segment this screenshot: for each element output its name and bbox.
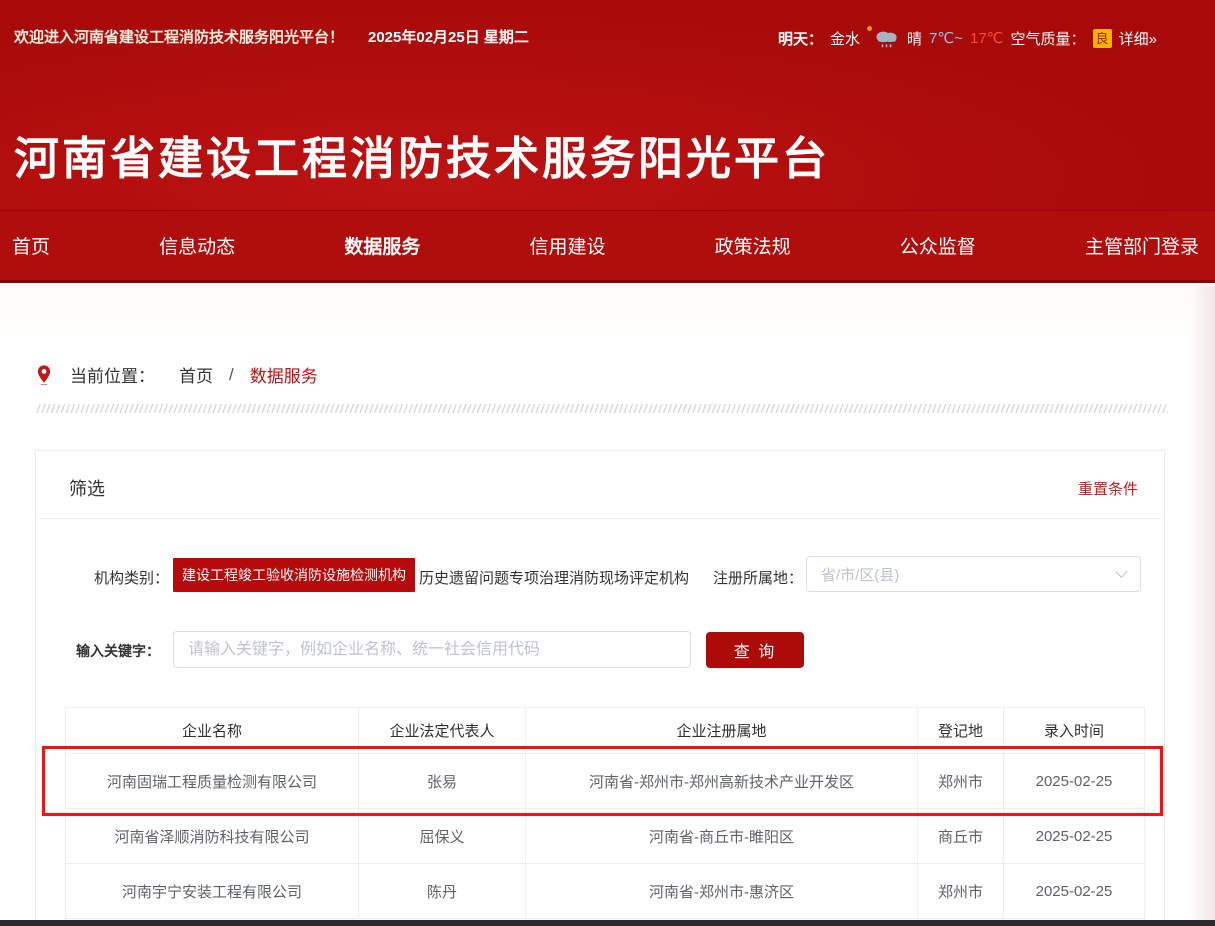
filter-title: 筛选	[69, 475, 105, 501]
cell-entry-time: 2025-02-25	[1004, 754, 1145, 809]
keyword-input[interactable]	[173, 631, 691, 668]
nav-item-home[interactable]: 首页	[12, 232, 50, 259]
weather-city: 金水	[830, 28, 860, 49]
cell-entry-time: 2025-02-25	[1004, 809, 1145, 864]
aqi-badge: 良	[1093, 29, 1112, 48]
cell-entry-time: 2025-02-25	[1004, 864, 1145, 919]
breadcrumb-separator: /	[229, 365, 234, 385]
sun-dot-icon	[867, 26, 872, 31]
breadcrumb-label: 当前位置：	[70, 362, 155, 387]
slash-divider	[36, 404, 1168, 413]
site-header: 欢迎进入河南省建设工程消防技术服务阳光平台！ 2025年02月25日 星期二 明…	[0, 0, 1215, 210]
region-select[interactable]: 省/市/区(县)	[806, 556, 1141, 592]
aqi-label: 空气质量：	[1011, 28, 1086, 49]
cell-company-name: 河南宇宁安装工程有限公司	[66, 864, 359, 919]
cell-company-name: 河南固瑞工程质量检测有限公司	[66, 754, 359, 809]
date-text: 2025年02月25日 星期二	[368, 26, 529, 47]
breadcrumb-current-link[interactable]: 数据服务	[250, 362, 318, 387]
site-title: 河南省建设工程消防技术服务阳光平台	[14, 122, 830, 187]
cell-registration-place: 郑州市	[918, 754, 1004, 809]
table-row[interactable]: 河南固瑞工程质量检测有限公司 张易 河南省-郑州市-郑州高新技术产业开发区 郑州…	[66, 754, 1145, 809]
results-table: 企业名称 企业法定代表人 企业注册属地 登记地 录入时间 河南固瑞工程质量检测有…	[65, 707, 1145, 919]
weather-widget: 明天： 金水 晴 7℃~ 17℃ 空气质量： 良	[778, 24, 1157, 52]
main-nav: 首页 信息动态 数据服务 信用建设 政策法规 公众监督 主管部门登录	[0, 210, 1215, 283]
cell-registered-address: 河南省-商丘市-睢阳区	[526, 809, 918, 864]
region-label: 注册所属地：	[713, 567, 803, 588]
search-button[interactable]: 查 询	[706, 632, 804, 668]
cell-company-name: 河南省泽顺消防科技有限公司	[66, 809, 359, 864]
keyword-label: 输入关键字：	[76, 641, 160, 661]
temp-low: 7℃~	[929, 29, 963, 47]
header-registration-place: 登记地	[918, 708, 1004, 754]
header-entry-time: 录入时间	[1004, 708, 1145, 754]
nav-item-policy[interactable]: 政策法规	[715, 232, 791, 259]
page: 欢迎进入河南省建设工程消防技术服务阳光平台！ 2025年02月25日 星期二 明…	[0, 0, 1215, 926]
header-legal-rep: 企业法定代表人	[359, 708, 526, 754]
header-company-name: 企业名称	[66, 708, 359, 754]
cell-legal-rep: 屈保义	[359, 809, 526, 864]
right-margin-strip	[1189, 286, 1215, 926]
cloud-rain-icon	[873, 28, 900, 49]
chevron-down-icon	[1115, 565, 1128, 578]
topbar: 欢迎进入河南省建设工程消防技术服务阳光平台！ 2025年02月25日 星期二 明…	[0, 24, 1215, 48]
nav-item-supervision[interactable]: 公众监督	[900, 232, 976, 259]
category-option-selected[interactable]: 建设工程竣工验收消防设施检测机构	[173, 558, 415, 592]
header-registered-address: 企业注册属地	[526, 708, 918, 754]
weather-condition: 晴	[907, 28, 922, 49]
table-row[interactable]: 河南省泽顺消防科技有限公司 屈保义 河南省-商丘市-睢阳区 商丘市 2025-0…	[66, 809, 1145, 864]
panel-divider	[36, 518, 1164, 519]
cell-legal-rep: 陈丹	[359, 864, 526, 919]
breadcrumb: 当前位置： 首页 / 数据服务	[36, 362, 318, 387]
table-row[interactable]: 河南宇宁安装工程有限公司 陈丹 河南省-郑州市-惠济区 郑州市 2025-02-…	[66, 864, 1145, 919]
category-option-other[interactable]: 历史遗留问题专项治理消防现场评定机构	[419, 567, 689, 588]
weather-detail-link[interactable]: 详细»	[1119, 28, 1157, 49]
temp-high: 17℃	[970, 29, 1004, 47]
weather-label: 明天：	[778, 28, 823, 49]
cell-registered-address: 河南省-郑州市-惠济区	[526, 864, 918, 919]
nav-item-data-service[interactable]: 数据服务	[344, 232, 420, 259]
cell-registration-place: 商丘市	[918, 809, 1004, 864]
breadcrumb-home-link[interactable]: 首页	[179, 362, 213, 387]
category-label: 机构类别：	[94, 567, 169, 588]
reset-filters-link[interactable]: 重置条件	[1078, 478, 1138, 499]
nav-item-authority-login[interactable]: 主管部门登录	[1085, 232, 1199, 259]
filter-panel: 筛选 重置条件 机构类别： 建设工程竣工验收消防设施检测机构 历史遗留问题专项治…	[35, 450, 1165, 926]
cell-registered-address: 河南省-郑州市-郑州高新技术产业开发区	[526, 754, 918, 809]
location-pin-icon	[36, 364, 52, 386]
nav-item-news[interactable]: 信息动态	[159, 232, 235, 259]
nav-item-credit[interactable]: 信用建设	[529, 232, 605, 259]
table-header-row: 企业名称 企业法定代表人 企业注册属地 登记地 录入时间	[66, 708, 1145, 754]
footer-edge	[0, 920, 1215, 926]
region-select-placeholder: 省/市/区(县)	[821, 564, 1117, 585]
welcome-text: 欢迎进入河南省建设工程消防技术服务阳光平台！	[14, 26, 344, 47]
cell-registration-place: 郑州市	[918, 864, 1004, 919]
cell-legal-rep: 张易	[359, 754, 526, 809]
